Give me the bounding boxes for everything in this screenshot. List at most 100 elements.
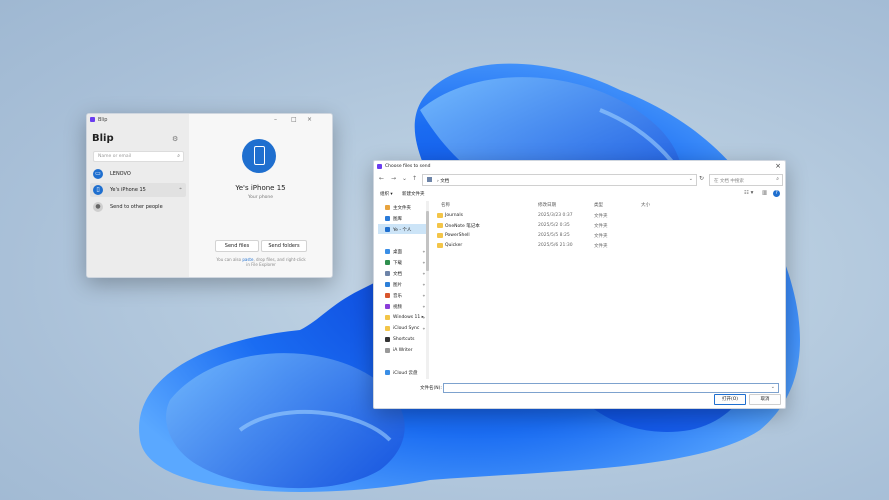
view-options-icon[interactable]: ☷ ▾ [744,190,753,196]
folder-icon [437,222,443,228]
nav-item-music[interactable]: 音乐 ⌖ [378,290,426,300]
nav-item-videos[interactable]: 视频 ⌖ [378,301,426,311]
maximize-button[interactable]: □ [291,116,297,123]
nav-item-pictures[interactable]: 图片 ⌖ [378,279,426,289]
device-name: Ye's iPhone 15 [235,184,286,192]
nav-label: iCloud 云盘 [393,370,418,376]
column-header-type[interactable]: 类型 [594,202,603,208]
music-icon [385,292,390,298]
cloud-icon [385,369,390,375]
desktop-icon [385,248,390,254]
nav-label: 图片 [393,282,402,288]
file-name: Journals [445,212,463,218]
new-folder-button[interactable]: 新建文件夹 [402,191,425,197]
pin-icon: ⌖ [422,248,425,254]
scrollbar-thumb[interactable] [426,211,429,271]
refresh-icon[interactable]: ↻ [699,175,704,182]
file-date: 2025/5/5 8:25 [538,232,570,238]
nav-item-desktop[interactable]: 桌面 ⌖ [378,246,426,256]
file-type: 文件夹 [594,243,608,249]
nav-item-icloud-sync[interactable]: iCloud Sync ⌖ [378,323,426,333]
back-arrow-icon[interactable]: ← [379,175,384,182]
gear-icon[interactable]: ⚙ [172,135,178,143]
filename-input[interactable]: ⌄ [443,383,779,393]
dialog-toolbar: 组织 ▾ 新建文件夹 ☷ ▾ ▥ ? [374,189,785,199]
folder-icon [427,177,432,182]
address-bar[interactable]: › 文档 ⌄ [422,174,697,186]
device-label: LENOVO [110,171,131,177]
file-type: 文件夹 [594,223,608,229]
send-folders-button[interactable]: Send folders [261,240,307,252]
organize-button[interactable]: 组织 ▾ [380,191,393,197]
pin-icon: ⌖ [422,314,425,320]
blip-app-icon [377,164,382,169]
pin-icon: ⌖ [422,270,425,276]
file-type: 文件夹 [594,213,608,219]
path-segment[interactable]: 文档 [440,179,449,184]
pin-icon: ⌖ [422,259,425,265]
up-arrow-icon[interactable]: ↑ [412,175,417,182]
file-row[interactable]: PowerShell 2025/5/5 8:25 文件夹 [431,230,781,240]
pin-icon[interactable]: ⌖ [179,186,182,192]
shortcuts-icon [385,336,390,342]
download-icon [385,259,390,265]
device-item-lenovo[interactable]: ▭ LENOVO [90,167,186,181]
nav-item-ia-writer[interactable]: iA Writer [378,345,426,355]
folder-icon [437,242,443,248]
file-date: 2025/3/23 0:37 [538,212,573,218]
search-icon[interactable]: ⌕ [177,153,180,159]
send-files-button[interactable]: Send files [215,240,259,252]
nav-item-windows11[interactable]: Windows 11 ▸ ⌖ [378,312,426,322]
folder-icon [437,212,443,218]
nav-label: 下载 [393,260,402,266]
search-input[interactable]: 在 文档 中搜索 ⌕ [709,174,783,186]
search-input[interactable]: Name or email ⌕ [93,151,184,162]
column-header-size[interactable]: 大小 [641,202,650,208]
hint-post: in File Explorer [246,262,276,267]
open-button[interactable]: 打开(O) [714,394,746,405]
nav-label: iA Writer [393,347,413,353]
search-icon[interactable]: ⌕ [776,176,779,182]
blip-window-title: Blip [98,117,108,123]
dialog-titlebar: Choose files to send × [374,161,785,171]
device-item-iphone[interactable]: ▯ Ye's iPhone 15 ⌖ [90,183,186,197]
file-row[interactable]: OneNote 笔记本 2025/5/2 0:35 文件夹 [431,220,781,230]
nav-item-onedrive[interactable]: Ye - 个人 [378,224,426,234]
preview-pane-icon[interactable]: ▥ [762,190,767,196]
phone-icon: ▯ [93,185,103,195]
column-header-name[interactable]: 名称 [441,202,450,208]
cancel-button[interactable]: 取消 [749,394,781,405]
nav-item-documents[interactable]: 文档 ⌖ [378,268,426,278]
file-row[interactable]: Journals 2025/3/23 0:37 文件夹 [431,210,781,220]
minimize-button[interactable]: – [274,116,277,123]
cloud-icon [385,226,390,232]
videos-icon [385,303,390,309]
help-icon[interactable]: ? [773,190,780,197]
file-row[interactable]: Quicker 2025/5/6 21:30 文件夹 [431,240,781,250]
gallery-icon [385,215,390,221]
blip-sidebar: Blip Blip ⚙ Name or email ⌕ ▭ LENOVO ▯ Y… [87,114,189,277]
nav-label: 图库 [393,216,402,222]
nav-label: Windows 11 ▸ [393,314,424,320]
nav-item-home[interactable]: 主文件夹 [378,202,426,212]
column-header-date[interactable]: 修改日期 [538,202,556,208]
search-placeholder: 在 文档 中搜索 [714,178,744,184]
forward-arrow-icon[interactable]: → [391,175,396,182]
nav-item-gallery[interactable]: 图库 [378,213,426,223]
people-icon: ● [93,202,103,212]
close-button[interactable]: × [775,162,781,170]
nav-item-icloud-drive[interactable]: iCloud 云盘 [378,367,426,377]
blip-titlebar: Blip [87,114,189,126]
chevron-down-icon[interactable]: ⌄ [402,175,407,182]
address-path: › 文档 [437,178,449,184]
pin-icon: ⌖ [422,292,425,298]
device-item-other-people[interactable]: ● Send to other people [90,200,186,214]
nav-item-downloads[interactable]: 下载 ⌖ [378,257,426,267]
nav-item-shortcuts[interactable]: Shortcuts [378,334,426,344]
file-name: PowerShell [445,232,470,238]
chevron-down-icon[interactable]: ⌄ [771,384,775,390]
close-button[interactable]: × [307,116,312,123]
nav-scrollbar[interactable] [426,201,429,379]
path-separator: › [437,178,439,184]
chevron-down-icon[interactable]: ⌄ [689,176,693,182]
